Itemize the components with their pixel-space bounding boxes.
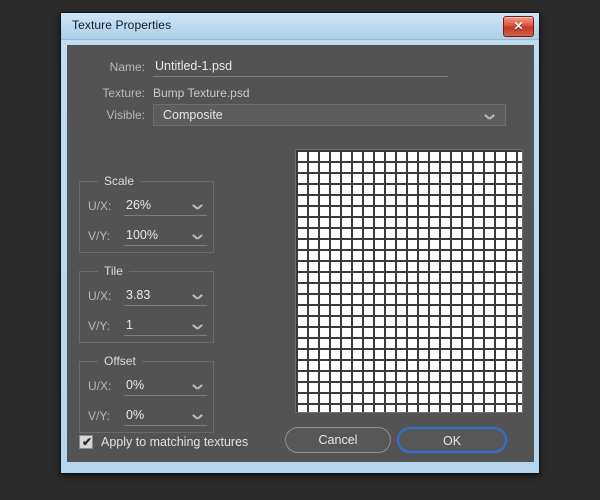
dialog-body: Name: Texture: Bump Texture.psd Visible:… — [67, 45, 534, 462]
texture-row: Texture: Bump Texture.psd — [67, 81, 534, 105]
offset-ux-field[interactable]: 0% — [124, 376, 207, 396]
offset-ux-label: U/X: — [88, 379, 112, 393]
close-icon[interactable]: ✕ — [503, 16, 534, 37]
texture-properties-dialog: Texture Properties ✕ Name: Texture: Bump… — [60, 12, 540, 474]
scale-ux-label: U/X: — [88, 199, 112, 213]
name-row: Name: — [67, 55, 534, 79]
chevron-down-icon — [193, 204, 202, 209]
tile-vy-field[interactable]: 1 — [124, 316, 207, 336]
offset-group-label: Offset — [98, 354, 142, 368]
close-x-glyph: ✕ — [513, 19, 524, 33]
dialog-titlebar: Texture Properties ✕ — [61, 13, 539, 40]
offset-ux-row: U/X: 0% — [88, 374, 207, 398]
visible-dropdown[interactable]: Composite — [153, 104, 506, 126]
chevron-down-icon — [193, 294, 202, 299]
tile-ux-label: U/X: — [88, 289, 112, 303]
visible-selected-value: Composite — [163, 108, 223, 122]
visible-label: Visible: — [106, 108, 145, 122]
dialog-footer: ✔ Apply to matching textures Cancel OK — [67, 425, 534, 461]
scale-vy-label: V/Y: — [88, 229, 111, 243]
ok-button[interactable]: OK — [397, 427, 507, 453]
apply-to-matching-textures-label: Apply to matching textures — [101, 435, 249, 449]
apply-to-matching-textures-checkbox[interactable]: ✔ — [79, 435, 93, 449]
tile-vy-value: 1 — [126, 318, 133, 332]
texture-label: Texture: — [102, 86, 145, 100]
scale-ux-row: U/X: 26% — [88, 194, 207, 218]
chevron-down-icon — [193, 324, 202, 329]
tile-vy-label: V/Y: — [88, 319, 111, 333]
cancel-button[interactable]: Cancel — [285, 427, 391, 453]
offset-vy-value: 0% — [126, 408, 145, 422]
name-input[interactable] — [153, 57, 448, 77]
tile-group: Tile U/X: 3.83 V/Y: 1 — [79, 264, 214, 343]
offset-group: Offset U/X: 0% V/Y: 0% — [79, 354, 214, 433]
texture-value: Bump Texture.psd — [153, 86, 250, 100]
scale-ux-field[interactable]: 26% — [124, 196, 207, 216]
chevron-down-icon — [485, 114, 494, 119]
dialog-title: Texture Properties — [72, 18, 172, 32]
tile-ux-field[interactable]: 3.83 — [124, 286, 207, 306]
tile-group-label: Tile — [98, 264, 129, 278]
chevron-down-icon — [193, 384, 202, 389]
tile-ux-row: U/X: 3.83 — [88, 284, 207, 308]
scale-ux-value: 26% — [126, 198, 152, 212]
scale-vy-value: 100% — [126, 228, 158, 242]
checkmark-icon: ✔ — [82, 435, 93, 449]
tile-ux-value: 3.83 — [126, 288, 151, 302]
offset-vy-field[interactable]: 0% — [124, 406, 207, 426]
tile-vy-row: V/Y: 1 — [88, 314, 207, 338]
scale-vy-row: V/Y: 100% — [88, 224, 207, 248]
chevron-down-icon — [193, 234, 202, 239]
scale-group-label: Scale — [98, 174, 141, 188]
offset-ux-value: 0% — [126, 378, 145, 392]
name-label: Name: — [109, 60, 145, 74]
scale-vy-field[interactable]: 100% — [124, 226, 207, 246]
chevron-down-icon — [193, 414, 202, 419]
scale-group: Scale U/X: 26% V/Y: 100% — [79, 174, 214, 253]
texture-preview — [295, 149, 523, 413]
visible-row: Visible: Composite — [67, 103, 534, 127]
